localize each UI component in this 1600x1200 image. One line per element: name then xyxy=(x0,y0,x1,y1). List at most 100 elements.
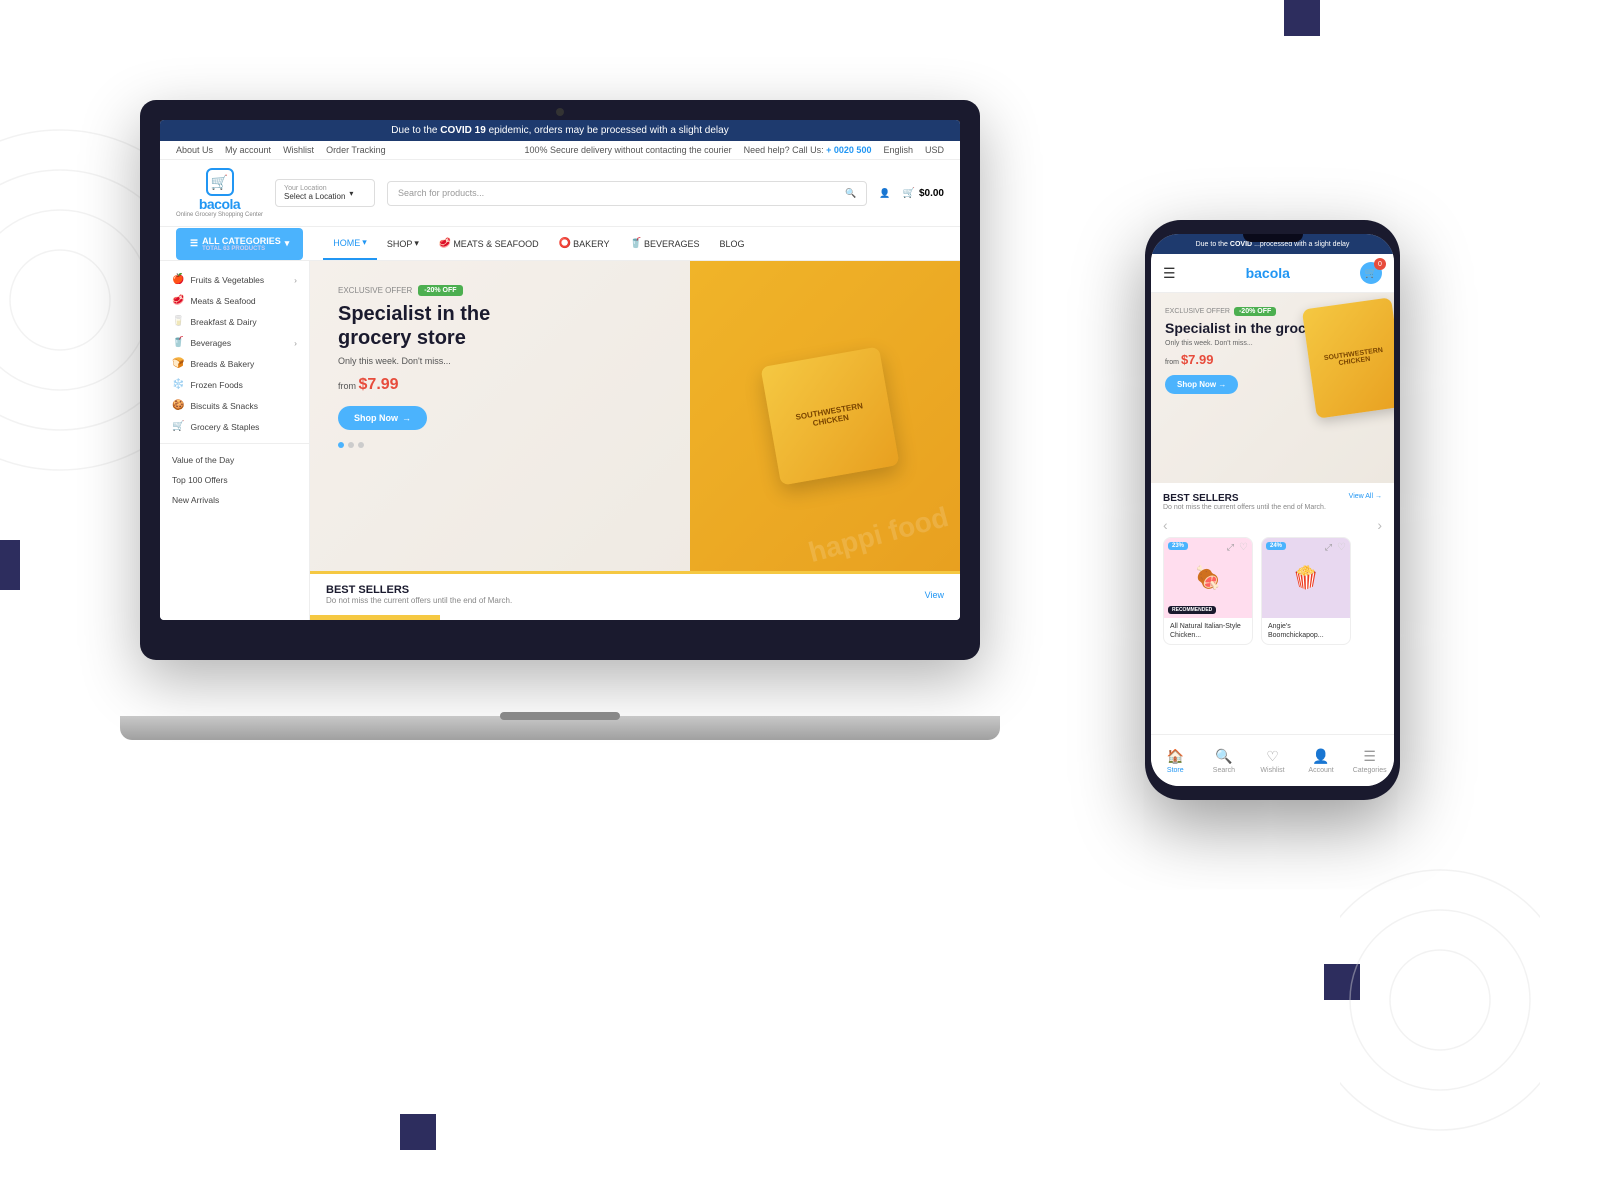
hero-product-image: SOUTHWESTERN CHICKEN happi food xyxy=(690,261,960,571)
all-categories-label: ALL CATEGORIES xyxy=(202,236,281,246)
store-nav-icon: 🏠 xyxy=(1167,748,1184,765)
bg-rect-2 xyxy=(0,540,20,590)
search-nav-icon: 🔍 xyxy=(1215,748,1232,765)
logo-area: 🛒 bacola Online Grocery Shopping Center xyxy=(176,168,263,218)
sidebar-value-of-day[interactable]: Value of the Day xyxy=(160,450,309,470)
nav-beverages[interactable]: 🥤 BEVERAGES xyxy=(619,228,709,259)
order-tracking-link[interactable]: Order Tracking xyxy=(326,145,386,155)
store-nav-label: Store xyxy=(1167,767,1184,774)
mobile-nav-categories[interactable]: ☰ Categories xyxy=(1345,744,1394,778)
laptop-mockup: Due to the COVID 19 epidemic, orders may… xyxy=(140,100,1010,740)
nav-meats[interactable]: 🥩 MEATS & SEAFOOD xyxy=(429,228,549,259)
product-name: SOUTHWESTERN CHICKEN xyxy=(777,398,883,434)
sidebar-cat-biscuits[interactable]: 🍪 Biscuits & Snacks xyxy=(160,395,309,416)
grocery-label: Grocery & Staples xyxy=(190,422,259,432)
mobile-shop-btn[interactable]: Shop Now → xyxy=(1165,375,1238,394)
account-link[interactable]: My account xyxy=(225,145,271,155)
product-box: SOUTHWESTERN CHICKEN xyxy=(760,346,899,485)
mobile-nav-wishlist[interactable]: ♡ Wishlist xyxy=(1248,744,1297,778)
hero-dot-3[interactable] xyxy=(358,442,364,448)
search-bar[interactable]: Search for products... 🔍 xyxy=(387,181,867,206)
all-categories-btn[interactable]: ☰ ALL CATEGORIES TOTAL 63 PRODUCTS ▾ xyxy=(176,228,303,260)
heart-icon-2[interactable]: ♡ xyxy=(1337,542,1346,553)
sidebar-cat-frozen[interactable]: ❄️ Frozen Foods xyxy=(160,374,309,395)
search-icon: 🔍 xyxy=(845,188,856,199)
mobile-bs-sub: Do not miss the current offers until the… xyxy=(1163,504,1326,511)
mobile-nav-search[interactable]: 🔍 Search xyxy=(1200,744,1249,778)
logo-text: bacola xyxy=(199,196,240,212)
main-content: EXCLUSIVE OFFER -20% OFF Specialist in t… xyxy=(310,261,960,620)
location-arrow: ▾ xyxy=(349,189,353,198)
cart-button[interactable]: 🛒 $0.00 xyxy=(903,188,944,199)
user-icon[interactable]: 👤 xyxy=(879,188,890,199)
sidebar-cat-beverages[interactable]: 🥤 Beverages › xyxy=(160,332,309,353)
nav-home[interactable]: HOME ▾ xyxy=(323,227,377,260)
beverages-label: Beverages xyxy=(190,338,231,348)
sidebar-cat-grocery[interactable]: 🛒 Grocery & Staples xyxy=(160,416,309,437)
sidebar-new-arrivals[interactable]: New Arrivals xyxy=(160,490,309,510)
hero-dot-2[interactable] xyxy=(348,442,354,448)
mobile-bs-info: BEST SELLERS Do not miss the current off… xyxy=(1163,493,1326,511)
logo-subtitle: Online Grocery Shopping Center xyxy=(176,212,263,218)
laptop-bezel: Due to the COVID 19 epidemic, orders may… xyxy=(140,100,980,660)
bg-rect-4 xyxy=(400,1114,436,1150)
grocery-icon: 🛒 xyxy=(172,421,184,432)
mobile-product-card-1[interactable]: 🍖 23% ⤢ ♡ RECOMMENDED All Natural Italia… xyxy=(1163,537,1253,645)
location-label: Your Location xyxy=(284,185,345,192)
sidebar-cat-fruits[interactable]: 🍎 Fruits & Vegetables › xyxy=(160,269,309,290)
mobile-best-sellers: BEST SELLERS Do not miss the current off… xyxy=(1151,483,1394,655)
sidebar-top100[interactable]: Top 100 Offers xyxy=(160,470,309,490)
hero-bg-branding: happi food xyxy=(805,501,951,569)
cart-amount: $0.00 xyxy=(919,188,944,199)
laptop-screen: Due to the COVID 19 epidemic, orders may… xyxy=(160,120,960,620)
laptop-camera xyxy=(556,108,564,116)
best-sellers-bar: BEST SELLERS Do not miss the current off… xyxy=(310,571,960,615)
product-2-info: Angie's Boomchickapop... xyxy=(1262,618,1350,644)
store-card: Bacola Natural Foods Special Organic... xyxy=(310,615,440,620)
currency-selector[interactable]: USD xyxy=(925,145,944,155)
account-nav-icon: 👤 xyxy=(1312,748,1329,765)
hamburger-icon: ☰ xyxy=(190,238,198,249)
logo-icon: 🛒 xyxy=(206,168,234,196)
hero-discount-badge: -20% OFF xyxy=(418,285,462,296)
mobile-cart-icon[interactable]: 🛒 0 xyxy=(1360,262,1382,284)
product-1-image: 🍖 23% ⤢ ♡ RECOMMENDED xyxy=(1164,538,1252,618)
mobile-nav-store[interactable]: 🏠 Store xyxy=(1151,744,1200,778)
sidebar-cat-breads[interactable]: 🍞 Breads & Bakery xyxy=(160,353,309,374)
bg-rect-3 xyxy=(1324,964,1360,1000)
mobile-cart-badge: 0 xyxy=(1374,258,1386,270)
wishlist-link[interactable]: Wishlist xyxy=(283,145,314,155)
meats-label: Meats & Seafood xyxy=(190,296,255,306)
view-all-link[interactable]: View xyxy=(925,590,944,600)
expand-icon-2: ⤢ xyxy=(1325,542,1332,553)
next-arrow[interactable]: › xyxy=(1377,517,1382,533)
shop-now-button[interactable]: Shop Now → xyxy=(338,406,427,430)
sidebar-cat-breakfast[interactable]: 🥛 Breakfast & Dairy xyxy=(160,311,309,332)
about-link[interactable]: About Us xyxy=(176,145,213,155)
mobile-mockup: Due to the COVID ...processed with a sli… xyxy=(1145,220,1400,800)
nav-bakery[interactable]: ⭕ BAKERY xyxy=(549,228,620,259)
mobile-view-all[interactable]: View All → xyxy=(1349,493,1382,500)
mobile-nav-account[interactable]: 👤 Account xyxy=(1297,744,1346,778)
mobile-bs-header: BEST SELLERS Do not miss the current off… xyxy=(1163,493,1382,511)
nav-shop[interactable]: SHOP ▾ xyxy=(377,228,429,259)
mobile-notch xyxy=(1243,234,1303,242)
laptop-notch xyxy=(500,712,620,720)
topbar-links: About Us My account Wishlist Order Track… xyxy=(176,145,386,155)
breads-icon: 🍞 xyxy=(172,358,184,369)
sidebar-cat-meats[interactable]: 🥩 Meats & Seafood xyxy=(160,290,309,311)
account-nav-label: Account xyxy=(1308,767,1333,774)
heart-icon-1[interactable]: ♡ xyxy=(1239,542,1248,553)
prev-arrow[interactable]: ‹ xyxy=(1163,517,1168,533)
location-selector[interactable]: Your Location Select a Location ▾ xyxy=(275,179,375,207)
hero-price-value: $7.99 xyxy=(359,376,399,393)
hero-dot-1[interactable] xyxy=(338,442,344,448)
mobile-menu-icon[interactable]: ☰ xyxy=(1163,265,1176,282)
mobile-product-card-2[interactable]: 🍿 24% ⤢ ♡ Angie's Boomchickapop... xyxy=(1261,537,1351,645)
mobile-bezel: Due to the COVID ...processed with a sli… xyxy=(1145,220,1400,800)
recommend-badge: RECOMMENDED xyxy=(1168,606,1216,614)
sidebar-divider xyxy=(160,443,309,444)
nav-blog[interactable]: BLOG xyxy=(709,229,754,259)
language-selector[interactable]: English xyxy=(883,145,913,155)
mobile-products-list: 🍖 23% ⤢ ♡ RECOMMENDED All Natural Italia… xyxy=(1163,537,1382,645)
